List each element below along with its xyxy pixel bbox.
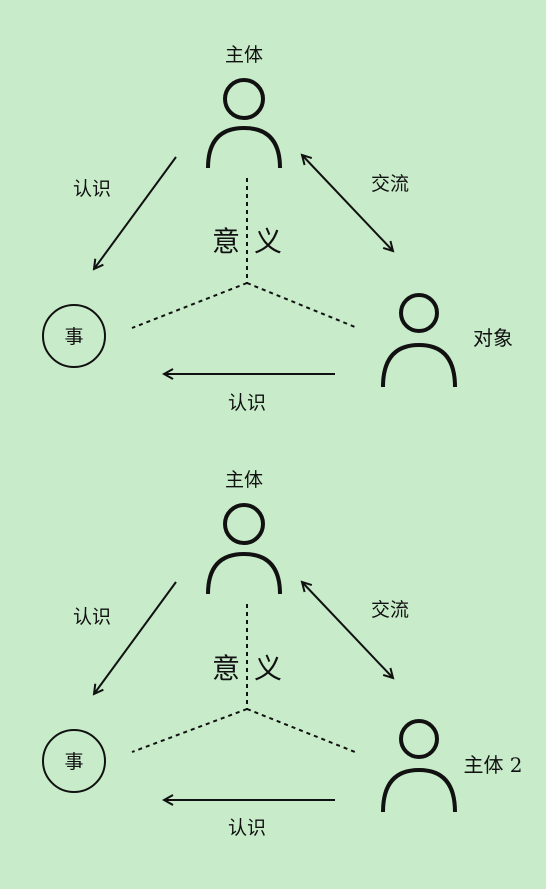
meaning-dashed-right [246, 282, 356, 328]
thing-node: 事 [42, 304, 106, 368]
know-left-label: 认识 [73, 178, 111, 200]
thing-label: 事 [64, 751, 83, 773]
exchange-arrow [302, 582, 393, 678]
other-person-icon [381, 719, 457, 813]
other-person-icon [381, 293, 457, 388]
meaning-char-1: 意 [212, 652, 240, 685]
exchange-arrow [302, 155, 393, 251]
subject-label: 主体 [225, 44, 263, 66]
know-arrow-left [94, 156, 177, 269]
diagram-canvas: 主体 认识 交流 意 义 事 对象 认识 主体 认识 交流 意 义 事 主体 2… [0, 0, 546, 889]
diagram-svg: 主体 认识 交流 意 义 事 对象 认识 主体 认识 交流 意 义 事 主体 2… [42, 44, 523, 839]
know-bottom-label: 认识 [228, 392, 266, 414]
exchange-label: 交流 [371, 173, 409, 195]
thing-node: 事 [42, 729, 106, 793]
diagram-1: 主体 认识 交流 意 义 事 对象 认识 [42, 44, 513, 414]
meaning-dashed-right [246, 708, 356, 753]
meaning-dashed-left [131, 282, 248, 329]
meaning-char-2: 义 [254, 652, 282, 685]
subject-person-icon [206, 78, 282, 169]
meaning-char-1: 意 [212, 225, 240, 258]
subject-label: 主体 [225, 469, 263, 491]
diagram-2: 主体 认识 交流 意 义 事 主体 2 认识 [42, 469, 523, 839]
meaning-char-2: 义 [254, 225, 282, 258]
meaning-dashed-left [131, 708, 248, 753]
thing-label: 事 [64, 326, 83, 348]
other-label: 对象 [473, 326, 513, 350]
know-left-label: 认识 [73, 606, 111, 628]
know-arrow-left [94, 581, 177, 694]
other-label: 主体 2 [463, 753, 522, 777]
know-bottom-label: 认识 [228, 817, 266, 839]
subject-person-icon [206, 503, 282, 595]
exchange-label: 交流 [371, 599, 409, 621]
